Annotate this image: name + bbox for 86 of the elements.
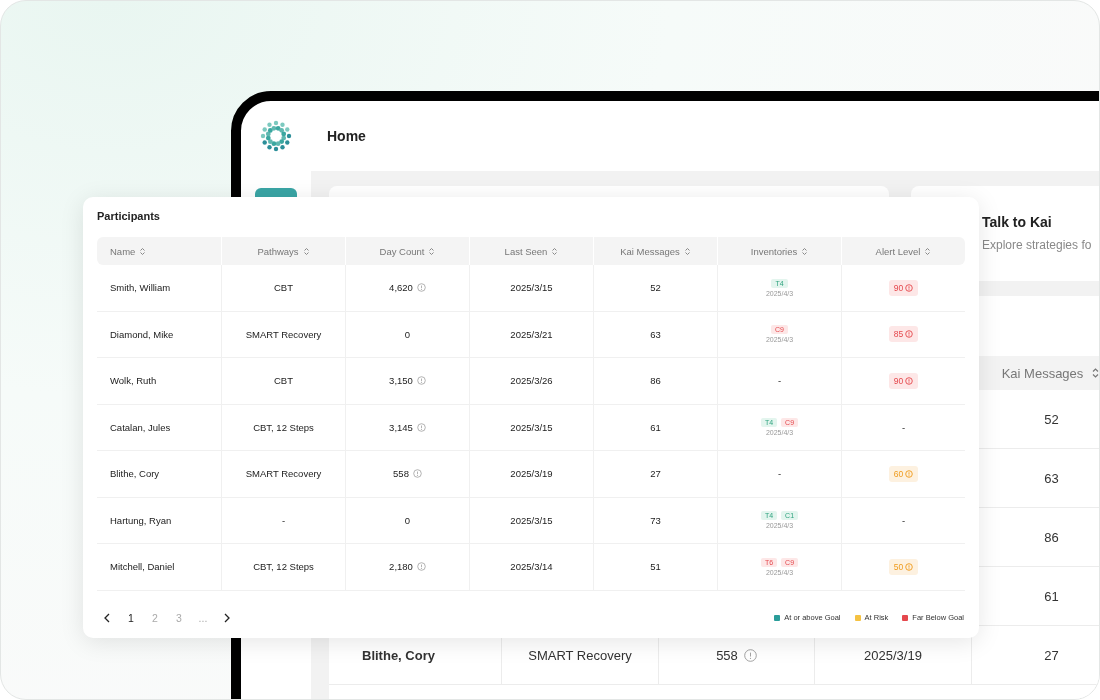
table-cell: SMART Recovery: [245, 328, 322, 340]
table-cell: SMART Recovery: [245, 468, 322, 480]
table-cell: 61: [650, 421, 661, 433]
table-cell: Hartung, Ryan: [110, 514, 172, 526]
table-cell: Blithe, Cory: [362, 647, 435, 663]
table-cell: CBT, 12 Steps: [253, 561, 314, 573]
table-cell: 86: [1044, 529, 1059, 545]
info-icon: [905, 330, 914, 339]
info-icon: [905, 376, 914, 385]
table-cell: -: [281, 514, 286, 526]
page-button[interactable]: 1: [121, 609, 141, 626]
table-cell: 27: [1044, 647, 1059, 663]
sort-icon: [428, 246, 436, 256]
page-button[interactable]: ...: [193, 609, 213, 626]
column-header[interactable]: Alert Level: [875, 245, 921, 257]
table-cell: 3,145: [389, 421, 413, 433]
table-cell: 2025/3/15: [510, 514, 553, 526]
logo-icon: [259, 119, 293, 153]
info-icon: [905, 283, 914, 292]
table-cell: 2025/3/15: [510, 282, 553, 294]
sort-icon: [302, 246, 310, 256]
sort-icon: [683, 246, 691, 256]
info-icon: [905, 562, 914, 571]
table-cell: Mitchell, Daniel: [110, 561, 175, 573]
table-cell: SMART Recovery: [528, 647, 632, 663]
card-subtitle: Explore strategies fo: [982, 238, 1093, 252]
table-cell: Wolk, Ruth: [110, 375, 157, 387]
table-cell: -: [777, 375, 782, 387]
table-cell: 63: [1044, 470, 1059, 486]
table-cell: -: [901, 421, 906, 433]
table-cell: 2025/3/19: [510, 468, 553, 480]
table-cell: CBT, 12 Steps: [253, 421, 314, 433]
alert-badge: 90: [888, 372, 919, 389]
page-button[interactable]: 3: [169, 609, 189, 626]
column-header[interactable]: Name: [110, 245, 136, 257]
sort-icon: [551, 246, 559, 256]
table-cell: -: [777, 468, 782, 480]
table-cell: 2025/3/15: [510, 421, 553, 433]
info-icon: [905, 469, 914, 478]
column-header[interactable]: Last Seen: [504, 245, 548, 257]
table-cell: 2025/3/14: [510, 561, 553, 573]
sort-icon: [801, 246, 809, 256]
table-cell: 0: [404, 514, 411, 526]
alert-badge: 60: [888, 465, 919, 482]
column-header[interactable]: Kai Messages: [620, 245, 680, 257]
table-cell: 0: [404, 328, 411, 340]
column-header[interactable]: Day Count: [379, 245, 425, 257]
table-cell: 52: [1044, 411, 1059, 427]
sort-icon: [139, 246, 147, 256]
table-cell: 27: [650, 468, 661, 480]
column-header[interactable]: Pathways: [257, 245, 299, 257]
table-cell: 2,180: [389, 561, 413, 573]
table-cell: 61: [1044, 588, 1059, 604]
sidebar-button[interactable]: [255, 188, 297, 197]
table-cell: Diamond, Mike: [110, 328, 174, 340]
column-header[interactable]: Inventories: [750, 245, 798, 257]
table-cell: 2025/3/19: [864, 647, 922, 663]
table-cell: 2025/3/21: [510, 328, 553, 340]
table-cell: 51: [650, 561, 661, 573]
chevron-right-icon: [223, 612, 231, 623]
table-cell: 73: [650, 514, 661, 526]
alert-badge: 50: [888, 558, 919, 575]
table-cell: Blithe, Cory: [110, 468, 160, 480]
table-cell: Catalan, Jules: [110, 421, 171, 433]
table-cell: 86: [650, 375, 661, 387]
page-button[interactable]: 2: [145, 609, 165, 626]
table-cell: CBT: [274, 282, 293, 294]
column-header[interactable]: Kai Messages: [1001, 365, 1084, 381]
table-cell: 52: [650, 282, 661, 294]
table-cell: -: [901, 514, 906, 526]
page-title: Home: [327, 128, 366, 144]
alert-badge: 85: [888, 326, 919, 343]
card-title: Participants: [97, 210, 161, 222]
table-cell: Smith, William: [110, 282, 171, 294]
card-title: Talk to Kai: [982, 214, 1053, 230]
table-cell: CBT: [274, 375, 293, 387]
table-cell: 4,620: [389, 282, 413, 294]
sort-icon: [924, 246, 932, 256]
table-cell: 558: [716, 647, 738, 663]
table-cell: 558: [393, 468, 409, 480]
table-cell: 63: [650, 328, 661, 340]
sort-icon: [1091, 367, 1099, 379]
alert-badge: 90: [888, 279, 919, 296]
table-cell: 3,150: [389, 375, 413, 387]
chevron-left-icon: [103, 612, 111, 623]
table-cell: 2025/3/26: [510, 375, 553, 387]
